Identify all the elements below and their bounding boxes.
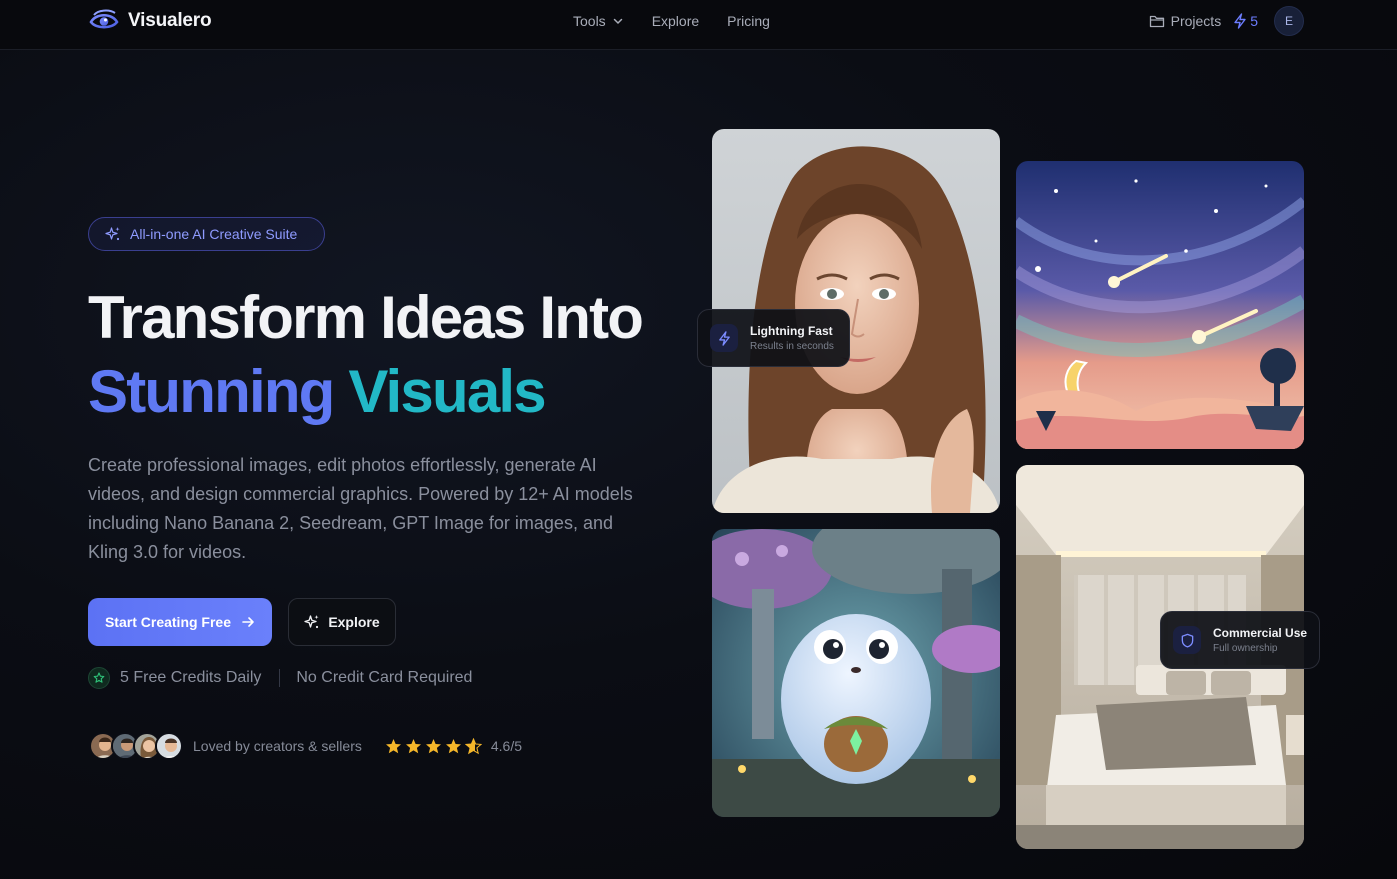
sparkles-icon: [105, 227, 120, 241]
gallery-night-sky: [1016, 161, 1304, 449]
commercial-use-text: Commercial Use Full ownership: [1213, 626, 1307, 654]
explore-button[interactable]: Explore: [288, 598, 396, 646]
start-creating-label: Start Creating Free: [104, 614, 232, 630]
hero-badge-label: All-in-one AI Creative Suite: [130, 226, 298, 242]
star-icon: [405, 738, 421, 753]
commercial-use-pill: Commercial Use Full ownership: [1160, 611, 1320, 669]
perk-no-card: No Credit Card Required: [296, 669, 473, 686]
hero-badge: All-in-one AI Creative Suite: [88, 217, 325, 251]
star-badge-icon: [88, 667, 110, 689]
hero-title-line2: Stunning Visuals: [88, 355, 547, 429]
nav-explore[interactable]: Explore: [652, 13, 699, 29]
lightning-fast-text: Lightning Fast Results in seconds: [750, 324, 834, 352]
projects-link[interactable]: Projects: [1149, 13, 1222, 29]
avatar: [155, 732, 183, 760]
credits-indicator[interactable]: 5: [1233, 13, 1258, 29]
pill-subtitle: Full ownership: [1213, 643, 1278, 654]
main-nav: Tools Explore Pricing: [573, 12, 798, 30]
hero-title-line1: Transform Ideas Into: [88, 284, 644, 351]
nav-tools-label: Tools: [573, 13, 606, 29]
star-icon: [425, 738, 441, 753]
hero-description: Create professional images, edit photos …: [88, 455, 633, 562]
brand[interactable]: Visualero: [89, 8, 212, 34]
half-star-icon: [464, 737, 482, 754]
rating-text: 4.6/5: [490, 738, 522, 754]
explore-label: Explore: [328, 614, 380, 630]
top-nav: Visualero Tools Explore Pricing Projects…: [0, 0, 1397, 50]
credits-count: 5: [1250, 13, 1258, 29]
chevron-down-icon: [613, 18, 622, 25]
pill-subtitle: Results in seconds: [750, 341, 834, 352]
social-proof: Loved by creators & sellers 4.6/5: [89, 731, 522, 761]
brand-name: Visualero: [128, 10, 212, 31]
pill-title: Lightning Fast: [750, 324, 833, 338]
perk-divider: [279, 669, 281, 687]
arrow-right-icon: [242, 617, 254, 627]
nav-pricing[interactable]: Pricing: [727, 13, 770, 29]
start-creating-button[interactable]: Start Creating Free: [88, 598, 272, 646]
nav-tools[interactable]: Tools: [573, 13, 624, 29]
shield-icon: [1173, 626, 1201, 654]
hero-title-stunning: Stunning: [88, 358, 335, 425]
social-proof-text: Loved by creators & sellers: [193, 738, 362, 754]
perks-row: 5 Free Credits Daily No Credit Card Requ…: [88, 666, 472, 690]
perk-free-credits: 5 Free Credits Daily: [120, 669, 262, 686]
rating-stars: [385, 737, 482, 755]
gallery-creature: [712, 529, 1000, 817]
sparkles-icon: [304, 615, 319, 629]
lightning-icon: [1234, 13, 1246, 29]
projects-label: Projects: [1170, 13, 1222, 29]
lightning-icon: [710, 324, 738, 352]
pill-title: Commercial Use: [1213, 626, 1308, 640]
star-icon: [385, 738, 401, 753]
eye-logo-icon: [89, 9, 119, 29]
user-avatar[interactable]: E: [1274, 6, 1304, 36]
hero-title-visuals: Visuals: [348, 358, 546, 425]
lightning-fast-pill: Lightning Fast Results in seconds: [697, 309, 850, 367]
folder-icon: [1149, 15, 1164, 28]
nav-right: Projects 5 E: [1149, 6, 1304, 36]
star-icon: [445, 738, 461, 753]
creator-avatars: [89, 732, 183, 760]
